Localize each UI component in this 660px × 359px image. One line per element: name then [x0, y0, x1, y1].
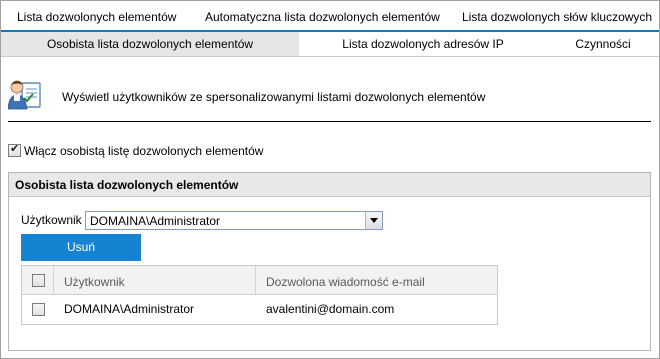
column-divider: [255, 266, 256, 295]
whitelist-table: Użytkownik Dozwolona wiadomość e-mail DO…: [21, 265, 498, 325]
primary-tab-bar: Lista dozwolonych elementów Automatyczna…: [1, 1, 659, 30]
tab-personal-whitelist[interactable]: Osobista lista dozwolonych elementów: [1, 32, 299, 56]
tab-ip-whitelist[interactable]: Lista dozwolonych adresów IP: [299, 32, 547, 56]
header-user[interactable]: Użytkownik: [64, 275, 125, 289]
table-row[interactable]: DOMAINA\Administrator avalentini@domain.…: [22, 295, 497, 324]
enable-label[interactable]: Włącz osobistą listę dozwolonych element…: [24, 144, 263, 158]
select-all-checkbox[interactable]: [32, 274, 45, 287]
tab-keyword-whitelist[interactable]: Lista dozwolonych słów kluczowych: [462, 10, 652, 24]
user-select-value: DOMAINA\Administrator: [90, 214, 221, 228]
intro-text: Wyświetl użytkowników ze spersonalizowan…: [62, 90, 486, 104]
header-allowed-email[interactable]: Dozwolona wiadomość e-mail: [266, 275, 425, 289]
remove-button[interactable]: Usuń: [21, 234, 141, 261]
tab-whitelist[interactable]: Lista dozwolonych elementów: [17, 10, 176, 24]
user-list-icon: [7, 77, 46, 113]
chevron-down-icon[interactable]: [365, 212, 382, 229]
table-header: Użytkownik Dozwolona wiadomość e-mail: [22, 266, 497, 295]
user-label: Użytkownik: [21, 213, 82, 227]
column-divider: [53, 266, 54, 295]
panel-title: Osobista lista dozwolonych elementów: [15, 178, 239, 192]
tab-automatic-whitelist[interactable]: Automatyczna lista dozwolonych elementów: [205, 10, 440, 24]
enable-checkbox[interactable]: [8, 142, 21, 157]
row-user: DOMAINA\Administrator: [64, 302, 195, 316]
user-select[interactable]: DOMAINA\Administrator: [85, 211, 383, 230]
personal-whitelist-panel: Osobista lista dozwolonych elementów Uży…: [8, 172, 651, 351]
secondary-tab-bar: Osobista lista dozwolonych elementów Lis…: [1, 30, 659, 57]
panel-header: Osobista lista dozwolonych elementów: [9, 173, 650, 197]
tab-actions[interactable]: Czynności: [547, 32, 659, 56]
row-checkbox[interactable]: [32, 303, 45, 316]
divider: [8, 121, 651, 122]
row-email: avalentini@domain.com: [266, 302, 395, 316]
